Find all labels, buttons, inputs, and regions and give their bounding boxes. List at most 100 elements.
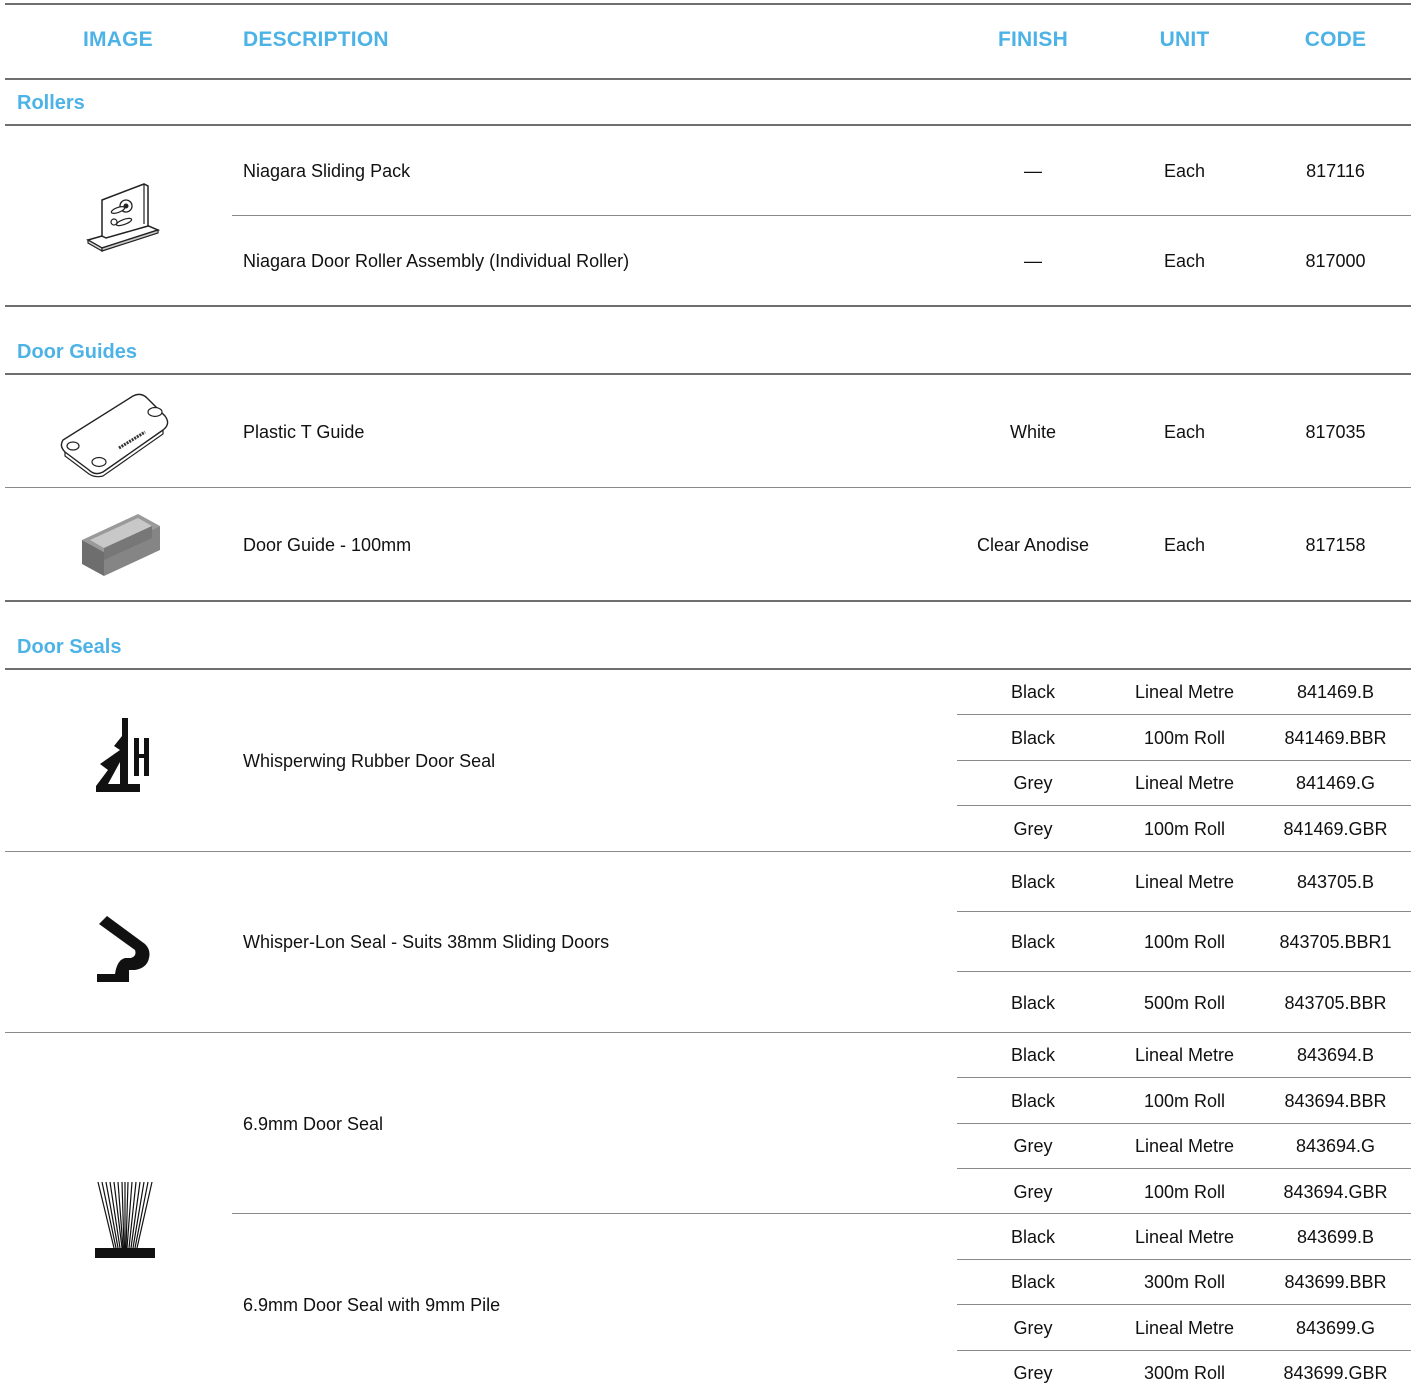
header-image: IMAGE (83, 28, 153, 51)
variant-code: 843699.B (1296, 1227, 1375, 1247)
variant-rule (957, 760, 1411, 761)
section-rule (5, 668, 1411, 670)
variant-unit: Each (1163, 161, 1206, 181)
variant-finish: — (1024, 161, 1042, 181)
variant-code: 841469.BBR (1284, 728, 1387, 748)
section-title-door-seals: Door Seals (17, 636, 122, 658)
variant-finish: Black (1010, 932, 1055, 952)
product-description: Niagara Door Roller Assembly (Individual… (243, 251, 630, 271)
variant-finish: Grey (1013, 1136, 1053, 1156)
variant-code: 817035 (1305, 422, 1366, 442)
section-bottom-rule (5, 305, 1411, 307)
header-bottom-rule (5, 78, 1411, 80)
variant-rule (957, 911, 1411, 912)
variant-rule (957, 1350, 1411, 1351)
plastic-t-guide-icon (55, 390, 173, 483)
variant-code: 841469.G (1295, 773, 1376, 793)
variant-finish: Black (1010, 872, 1055, 892)
section-title-door-guides: Door Guides (17, 341, 138, 363)
variant-finish: White (1009, 422, 1056, 442)
variant-code: 843694.G (1295, 1136, 1376, 1156)
header-description: DESCRIPTION (243, 28, 389, 51)
variant-unit: 300m Roll (1143, 1272, 1226, 1292)
product-description: 6.9mm Door Seal with 9mm Pile (243, 1295, 501, 1315)
pile-brush-seal-icon (94, 1180, 156, 1265)
variant-code: 843694.B (1296, 1045, 1375, 1065)
variant-finish: Black (1010, 1227, 1055, 1247)
variant-rule (957, 805, 1411, 806)
variant-finish: Black (1010, 682, 1055, 702)
header-finish: FINISH (997, 28, 1069, 51)
variant-unit: Lineal Metre (1134, 1318, 1235, 1338)
variant-code: 843699.G (1295, 1318, 1376, 1338)
variant-unit: 100m Roll (1143, 1182, 1226, 1202)
variant-finish: — (1024, 251, 1042, 271)
door-guide-channel-icon (78, 510, 164, 585)
variant-code: 843694.GBR (1283, 1182, 1388, 1202)
variant-unit: 500m Roll (1143, 993, 1226, 1013)
variant-rule (957, 1077, 1411, 1078)
variant-unit: Each (1163, 251, 1206, 271)
variant-unit: 300m Roll (1143, 1363, 1226, 1383)
variant-rule (957, 1168, 1411, 1169)
variant-code: 843705.BBR1 (1279, 932, 1392, 952)
variant-unit: Each (1163, 422, 1206, 442)
variant-unit: 100m Roll (1143, 1091, 1226, 1111)
variant-unit: 100m Roll (1143, 728, 1226, 748)
section-bottom-rule (5, 600, 1411, 602)
table-top-rule (5, 3, 1411, 5)
variant-unit: Lineal Metre (1134, 682, 1235, 702)
variant-unit: 100m Roll (1143, 932, 1226, 952)
header-unit: UNIT (1159, 28, 1210, 51)
variant-rule (957, 1304, 1411, 1305)
product-description: Whisperwing Rubber Door Seal (243, 751, 496, 771)
variant-code: 843705.BBR (1284, 993, 1387, 1013)
product-description: Niagara Sliding Pack (243, 161, 411, 181)
variant-unit: Each (1163, 535, 1206, 555)
variant-rule (957, 714, 1411, 715)
variant-unit: Lineal Metre (1134, 1227, 1235, 1247)
variant-finish: Black (1010, 1091, 1055, 1111)
variant-unit: Lineal Metre (1134, 1136, 1235, 1156)
variant-code: 817000 (1305, 251, 1366, 271)
product-rule (5, 1032, 1411, 1033)
variant-rule (957, 1123, 1411, 1124)
variant-code: 841469.GBR (1283, 819, 1388, 839)
variant-code: 843699.GBR (1283, 1363, 1388, 1383)
variant-rule (957, 971, 1411, 972)
row-rule (232, 215, 1411, 216)
variant-rule (957, 1259, 1411, 1260)
product-description: Door Guide - 100mm (243, 535, 412, 555)
variant-finish: Black (1010, 993, 1055, 1013)
product-description: 6.9mm Door Seal (243, 1114, 384, 1134)
product-description: Plastic T Guide (243, 422, 365, 442)
variant-finish: Grey (1013, 1318, 1053, 1338)
variant-finish: Grey (1013, 1182, 1053, 1202)
whisperwing-seal-profile-icon (94, 716, 154, 799)
product-description: Whisper-Lon Seal - Suits 38mm Sliding Do… (243, 932, 610, 952)
section-rule (5, 124, 1411, 126)
variant-finish: Grey (1013, 1363, 1053, 1383)
variant-finish: Grey (1013, 773, 1053, 793)
variant-code: 817116 (1306, 161, 1365, 181)
variant-finish: Black (1010, 1272, 1055, 1292)
section-title-rollers: Rollers (17, 92, 85, 114)
variant-code: 843694.BBR (1284, 1091, 1387, 1111)
variant-code: 843705.B (1296, 872, 1375, 892)
variant-unit: Lineal Metre (1134, 1045, 1235, 1065)
whisper-lon-seal-profile-icon (95, 914, 153, 989)
variant-finish: Clear Anodise (976, 535, 1090, 555)
section-rule (5, 373, 1411, 375)
header-code: CODE (1304, 28, 1367, 51)
product-rule (232, 1213, 1411, 1214)
variant-code: 841469.B (1296, 682, 1375, 702)
variant-finish: Black (1010, 1045, 1055, 1065)
variant-finish: Black (1010, 728, 1055, 748)
variant-unit: Lineal Metre (1134, 773, 1235, 793)
roller-bracket-icon (84, 176, 164, 257)
variant-code: 843699.BBR (1284, 1272, 1387, 1292)
variant-code: 817158 (1305, 535, 1366, 555)
variant-unit: Lineal Metre (1134, 872, 1235, 892)
variant-unit: 100m Roll (1143, 819, 1226, 839)
product-rule (5, 851, 1411, 852)
